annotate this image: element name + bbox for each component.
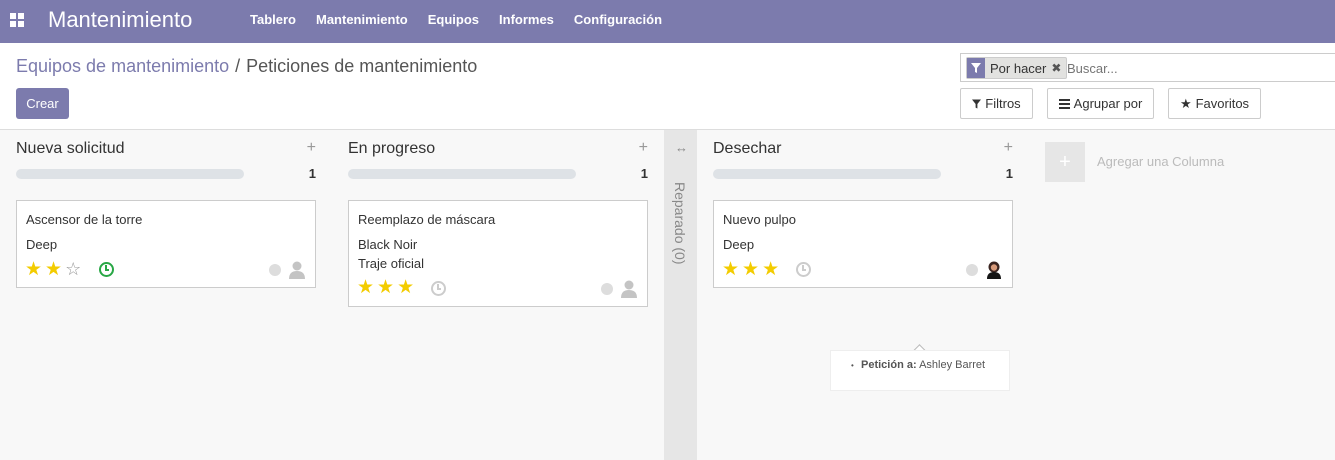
card-category: Traje oficial: [358, 256, 424, 271]
add-card-icon[interactable]: +: [639, 139, 648, 157]
group-by-label: Agrupar por: [1073, 96, 1143, 111]
clock-icon[interactable]: [796, 262, 811, 277]
status-dot-icon[interactable]: [966, 264, 978, 276]
kanban-card[interactable]: Reemplazo de máscara Black Noir Traje of…: [348, 200, 648, 307]
filters-label: Filtros: [985, 96, 1021, 111]
facet-label: Por hacer: [990, 60, 1047, 76]
folded-column-label: Reparado (0): [672, 182, 688, 265]
tooltip-label: Petición a:: [861, 359, 917, 371]
clock-icon[interactable]: [99, 262, 114, 277]
star-icon[interactable]: ★: [25, 260, 42, 279]
clock-icon[interactable]: [431, 281, 446, 296]
top-navbar: Mantenimiento Tablero Mantenimiento Equi…: [0, 0, 1335, 43]
add-column-label[interactable]: Agregar una Columna: [1097, 154, 1224, 169]
column-count: 1: [308, 166, 316, 181]
priority-stars[interactable]: ★ ★ ★: [722, 260, 779, 279]
breadcrumb-separator: /: [235, 56, 241, 76]
breadcrumb: Equipos de mantenimiento / Peticiones de…: [16, 56, 477, 77]
card-title: Nuevo pulpo: [723, 212, 796, 227]
column-count: 1: [1005, 166, 1013, 181]
star-icon[interactable]: ★: [397, 278, 414, 297]
kanban-column-en-progreso: En progreso + 1 Reemplazo de máscara Bla…: [332, 130, 648, 460]
add-card-icon[interactable]: +: [307, 139, 316, 157]
priority-stars[interactable]: ★ ★ ☆: [25, 260, 81, 280]
kanban-column-desechar: Desechar + 1 Nuevo pulpo Deep ★ ★ ★: [697, 130, 1013, 460]
filters-button[interactable]: Filtros: [960, 88, 1033, 119]
menu-item-informes[interactable]: Informes: [489, 0, 564, 43]
kanban-board: Nueva solicitud + 1 Ascensor de la torre…: [0, 130, 1335, 460]
tooltip-value: Ashley Barret: [919, 359, 986, 371]
search-box: Por hacer ✖: [960, 53, 1335, 82]
menu-item-equipos[interactable]: Equipos: [418, 0, 489, 43]
priority-stars[interactable]: ★ ★ ★: [357, 278, 414, 297]
card-equipment: Black Noir: [358, 237, 418, 252]
facet-remove-icon[interactable]: ✖: [1051, 61, 1066, 75]
apps-menu-icon[interactable]: [10, 13, 24, 27]
add-column-button[interactable]: +: [1045, 142, 1085, 182]
unfold-arrows-icon[interactable]: ↔: [675, 140, 688, 155]
create-button[interactable]: Crear: [16, 88, 69, 119]
star-icon[interactable]: ★: [762, 260, 779, 279]
folded-column-reparado[interactable]: ↔ Reparado (0): [664, 130, 697, 460]
card-team: Deep: [723, 237, 755, 252]
tooltip-text: Petición a: Ashley Barret: [861, 359, 985, 371]
assignee-tooltip: • Petición a: Ashley Barret: [830, 350, 1010, 391]
star-outline-icon[interactable]: ☆: [65, 260, 81, 279]
favorites-label: Favoritos: [1195, 96, 1250, 111]
menu-item-mantenimiento[interactable]: Mantenimiento: [306, 0, 418, 43]
column-title: Nueva solicitud: [16, 140, 125, 157]
main-menu: Tablero Mantenimiento Equipos Informes C…: [240, 0, 672, 43]
search-input[interactable]: [1067, 59, 1327, 77]
star-icon: ★: [1179, 95, 1192, 111]
star-icon[interactable]: ★: [357, 278, 374, 297]
menu-item-configuracion[interactable]: Configuración: [564, 0, 672, 43]
user-avatar-icon: [289, 261, 305, 279]
breadcrumb-parent-link[interactable]: Equipos de mantenimiento: [16, 56, 229, 77]
column-progress-bar[interactable]: [16, 169, 244, 179]
status-dot-icon[interactable]: [601, 283, 613, 295]
column-progress-bar[interactable]: [348, 169, 576, 179]
user-avatar-icon: [621, 280, 637, 298]
star-icon[interactable]: ★: [722, 260, 739, 279]
star-icon[interactable]: ★: [45, 260, 62, 279]
status-dot-icon[interactable]: [269, 264, 281, 276]
kanban-card[interactable]: Nuevo pulpo Deep ★ ★ ★: [713, 200, 1013, 288]
column-title: Desechar: [713, 140, 782, 157]
user-photo-avatar: [987, 261, 1001, 279]
column-count: 1: [640, 166, 648, 181]
card-title: Ascensor de la torre: [26, 212, 143, 227]
group-by-button[interactable]: Agrupar por: [1047, 88, 1154, 119]
kanban-card[interactable]: Ascensor de la torre Deep ★ ★ ☆: [16, 200, 316, 288]
star-icon[interactable]: ★: [377, 278, 394, 297]
favorites-button[interactable]: ★ Favoritos: [1168, 88, 1261, 119]
control-panel: Equipos de mantenimiento / Peticiones de…: [0, 43, 1335, 130]
breadcrumb-current: Peticiones de mantenimiento: [246, 56, 478, 76]
search-facet: Por hacer ✖: [966, 57, 1068, 79]
filter-icon: [972, 99, 982, 108]
column-progress-bar[interactable]: [713, 169, 941, 179]
app-brand[interactable]: Mantenimiento: [48, 7, 192, 33]
column-title: En progreso: [348, 140, 436, 157]
filter-icon: [967, 58, 985, 78]
menu-item-tablero[interactable]: Tablero: [240, 0, 306, 43]
add-card-icon[interactable]: +: [1004, 139, 1013, 157]
kanban-column-nueva-solicitud: Nueva solicitud + 1 Ascensor de la torre…: [0, 130, 316, 460]
star-icon[interactable]: ★: [742, 260, 759, 279]
card-title: Reemplazo de máscara: [358, 212, 496, 227]
card-team: Deep: [26, 237, 58, 252]
list-icon: [1058, 98, 1070, 109]
bullet-icon: •: [851, 361, 854, 370]
